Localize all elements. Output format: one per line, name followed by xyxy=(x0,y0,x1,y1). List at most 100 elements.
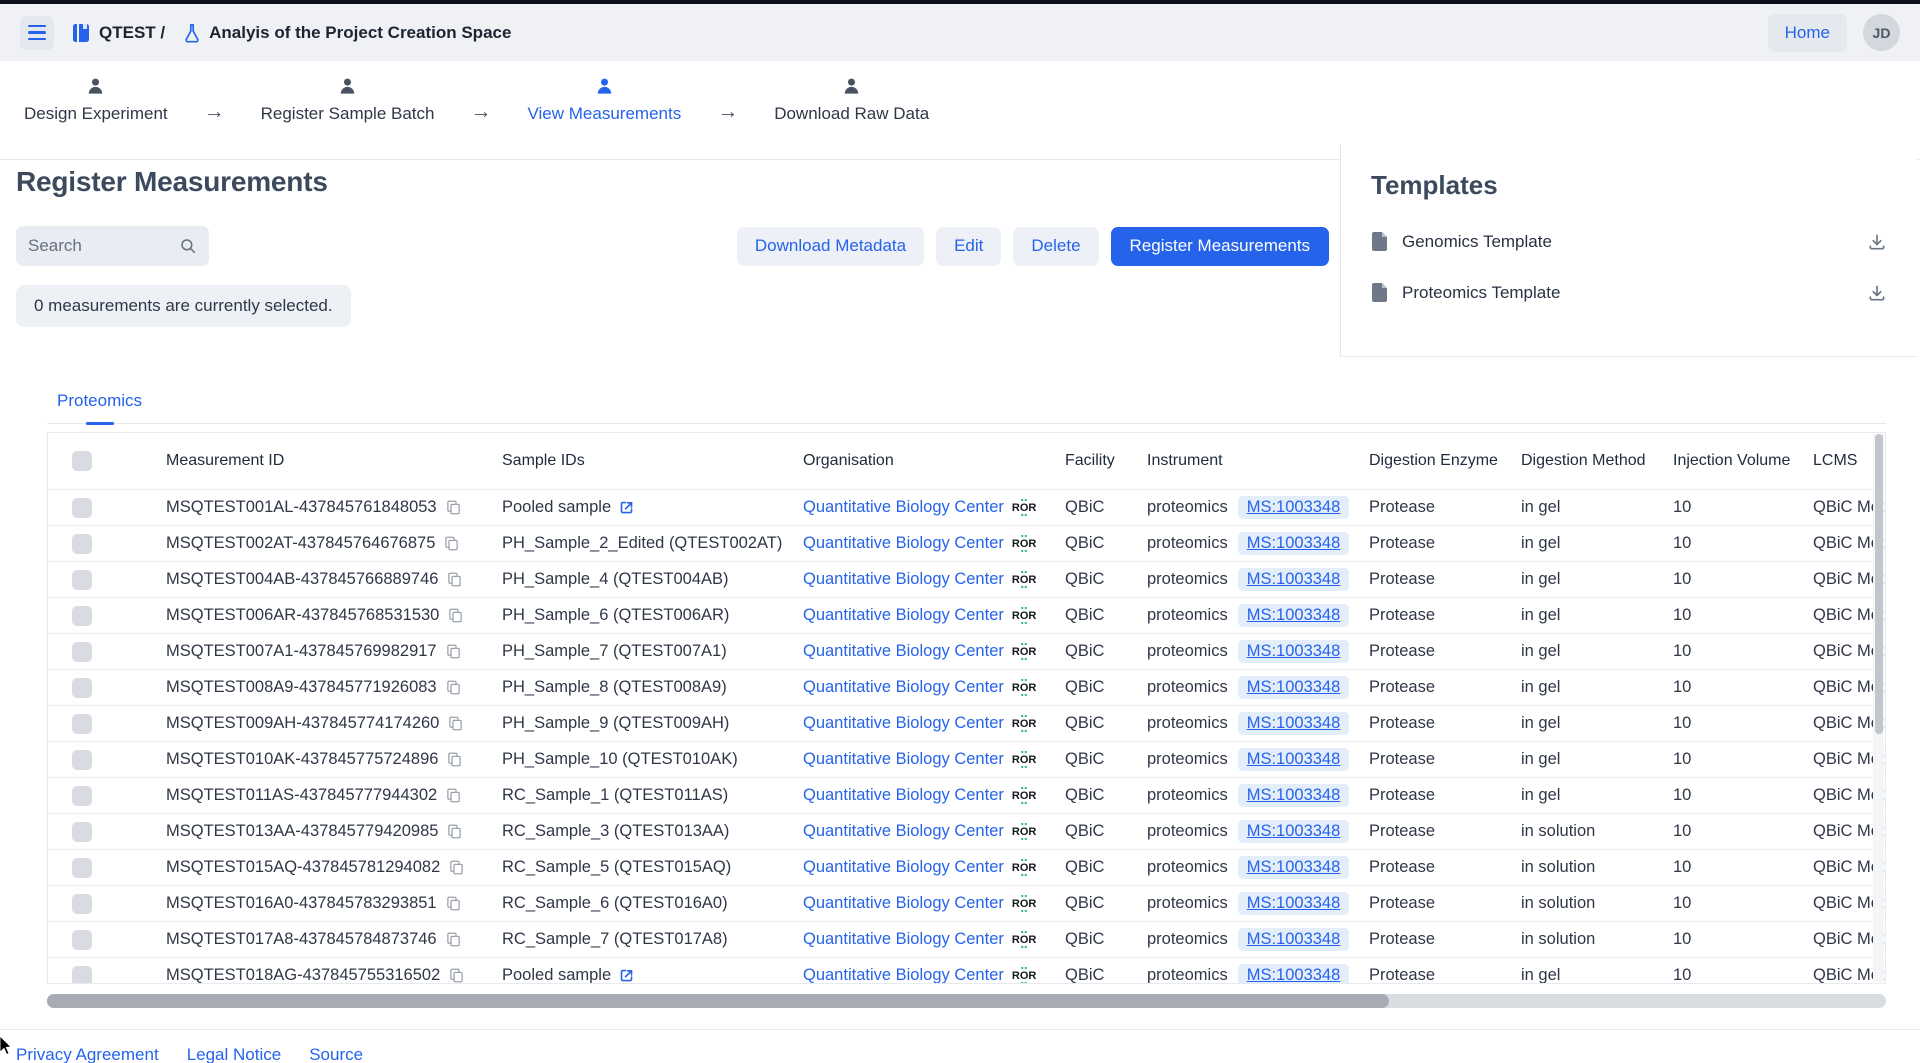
footer-link-2[interactable]: Legal Notice xyxy=(187,1045,282,1063)
row-checkbox[interactable] xyxy=(72,498,92,518)
ror-icon[interactable]: ROR xyxy=(1012,538,1036,550)
organisation-link[interactable]: Quantitative Biology Center xyxy=(803,894,1004,913)
copy-icon[interactable] xyxy=(447,751,462,768)
organisation-link[interactable]: Quantitative Biology Center xyxy=(803,498,1004,517)
home-button[interactable]: Home xyxy=(1768,14,1847,52)
footer-link-3[interactable]: Source xyxy=(309,1045,363,1063)
tab-proteomics[interactable]: Proteomics xyxy=(47,387,152,423)
ror-icon[interactable]: ROR xyxy=(1012,790,1036,802)
register-measurements-button[interactable]: Register Measurements xyxy=(1111,227,1329,266)
row-checkbox[interactable] xyxy=(72,786,92,806)
instrument-ontology-link[interactable]: MS:1003348 xyxy=(1238,928,1350,951)
ror-icon[interactable]: ROR xyxy=(1012,682,1036,694)
edit-button[interactable]: Edit xyxy=(936,227,1001,266)
organisation-link[interactable]: Quantitative Biology Center xyxy=(803,642,1004,661)
instrument-ontology-link[interactable]: MS:1003348 xyxy=(1238,856,1350,879)
measurement-id: MSQTEST017A8-437845784873746 xyxy=(166,930,437,949)
ror-icon[interactable]: ROR xyxy=(1012,502,1036,514)
copy-icon[interactable] xyxy=(444,535,459,552)
copy-icon[interactable] xyxy=(446,679,461,696)
ror-icon[interactable]: ROR xyxy=(1012,610,1036,622)
instrument-ontology-link[interactable]: MS:1003348 xyxy=(1238,532,1350,555)
organisation-link[interactable]: Quantitative Biology Center xyxy=(803,606,1004,625)
delete-button[interactable]: Delete xyxy=(1013,227,1098,266)
select-all-checkbox[interactable] xyxy=(72,451,92,471)
vertical-scrollbar[interactable] xyxy=(1873,434,1884,982)
vertical-scrollbar-thumb[interactable] xyxy=(1875,434,1883,734)
external-link-icon[interactable] xyxy=(619,968,634,983)
organisation-link[interactable]: Quantitative Biology Center xyxy=(803,714,1004,733)
copy-icon[interactable] xyxy=(447,571,462,588)
copy-icon[interactable] xyxy=(446,643,461,660)
download-icon[interactable] xyxy=(1867,232,1887,252)
search-box[interactable] xyxy=(16,226,209,266)
instrument-ontology-link[interactable]: MS:1003348 xyxy=(1238,676,1350,699)
avatar[interactable]: JD xyxy=(1863,14,1900,51)
organisation-link[interactable]: Quantitative Biology Center xyxy=(803,858,1004,877)
search-input[interactable] xyxy=(28,236,179,256)
workflow-step-3[interactable]: View Measurements xyxy=(528,77,682,124)
row-checkbox[interactable] xyxy=(72,894,92,914)
row-checkbox[interactable] xyxy=(72,678,92,698)
workflow-step-1[interactable]: Design Experiment xyxy=(24,77,168,124)
row-checkbox[interactable] xyxy=(72,570,92,590)
instrument-ontology-link[interactable]: MS:1003348 xyxy=(1238,496,1350,519)
copy-icon[interactable] xyxy=(449,859,464,876)
row-checkbox[interactable] xyxy=(72,606,92,626)
external-link-icon[interactable] xyxy=(619,500,634,515)
footer-link-1[interactable]: Privacy Agreement xyxy=(16,1045,159,1063)
organisation-link[interactable]: Quantitative Biology Center xyxy=(803,678,1004,697)
ror-icon[interactable]: ROR xyxy=(1012,898,1036,910)
organisation-link[interactable]: Quantitative Biology Center xyxy=(803,750,1004,769)
row-checkbox[interactable] xyxy=(72,858,92,878)
row-checkbox[interactable] xyxy=(72,822,92,842)
instrument-ontology-link[interactable]: MS:1003348 xyxy=(1238,964,1350,984)
instrument-ontology-link[interactable]: MS:1003348 xyxy=(1238,568,1350,591)
copy-icon[interactable] xyxy=(448,715,463,732)
organisation-link[interactable]: Quantitative Biology Center xyxy=(803,966,1004,984)
organisation-link[interactable]: Quantitative Biology Center xyxy=(803,822,1004,841)
row-checkbox[interactable] xyxy=(72,534,92,554)
copy-icon[interactable] xyxy=(449,967,464,984)
copy-icon[interactable] xyxy=(448,607,463,624)
digestion-method: in gel xyxy=(1521,678,1673,697)
copy-icon[interactable] xyxy=(446,931,461,948)
ror-icon[interactable]: ROR xyxy=(1012,826,1036,838)
workflow-step-4[interactable]: Download Raw Data xyxy=(774,77,929,124)
menu-icon[interactable] xyxy=(20,16,54,50)
copy-icon[interactable] xyxy=(446,499,461,516)
instrument-ontology-link[interactable]: MS:1003348 xyxy=(1238,892,1350,915)
project-code[interactable]: QTEST / xyxy=(99,23,165,43)
instrument-ontology-link[interactable]: MS:1003348 xyxy=(1238,820,1350,843)
ror-icon[interactable]: ROR xyxy=(1012,934,1036,946)
copy-icon[interactable] xyxy=(447,823,462,840)
horizontal-scrollbar[interactable] xyxy=(47,994,1886,1008)
ror-icon[interactable]: ROR xyxy=(1012,862,1036,874)
instrument-ontology-link[interactable]: MS:1003348 xyxy=(1238,640,1350,663)
horizontal-scrollbar-thumb[interactable] xyxy=(47,994,1389,1008)
instrument-ontology-link[interactable]: MS:1003348 xyxy=(1238,604,1350,627)
file-icon xyxy=(1371,231,1388,252)
row-checkbox[interactable] xyxy=(72,966,92,985)
organisation-link[interactable]: Quantitative Biology Center xyxy=(803,534,1004,553)
organisation-link[interactable]: Quantitative Biology Center xyxy=(803,570,1004,589)
ror-icon[interactable]: ROR xyxy=(1012,970,1036,982)
instrument-ontology-link[interactable]: MS:1003348 xyxy=(1238,784,1350,807)
instrument-ontology-link[interactable]: MS:1003348 xyxy=(1238,748,1350,771)
workflow-step-2[interactable]: Register Sample Batch xyxy=(261,77,435,124)
row-checkbox[interactable] xyxy=(72,750,92,770)
ror-icon[interactable]: ROR xyxy=(1012,718,1036,730)
organisation-link[interactable]: Quantitative Biology Center xyxy=(803,930,1004,949)
ror-icon[interactable]: ROR xyxy=(1012,646,1036,658)
ror-icon[interactable]: ROR xyxy=(1012,574,1036,586)
copy-icon[interactable] xyxy=(446,787,461,804)
row-checkbox[interactable] xyxy=(72,642,92,662)
instrument-ontology-link[interactable]: MS:1003348 xyxy=(1238,712,1350,735)
ror-icon[interactable]: ROR xyxy=(1012,754,1036,766)
row-checkbox[interactable] xyxy=(72,714,92,734)
organisation-link[interactable]: Quantitative Biology Center xyxy=(803,786,1004,805)
download-icon[interactable] xyxy=(1867,283,1887,303)
download-metadata-button[interactable]: Download Metadata xyxy=(737,227,924,266)
row-checkbox[interactable] xyxy=(72,930,92,950)
copy-icon[interactable] xyxy=(446,895,461,912)
